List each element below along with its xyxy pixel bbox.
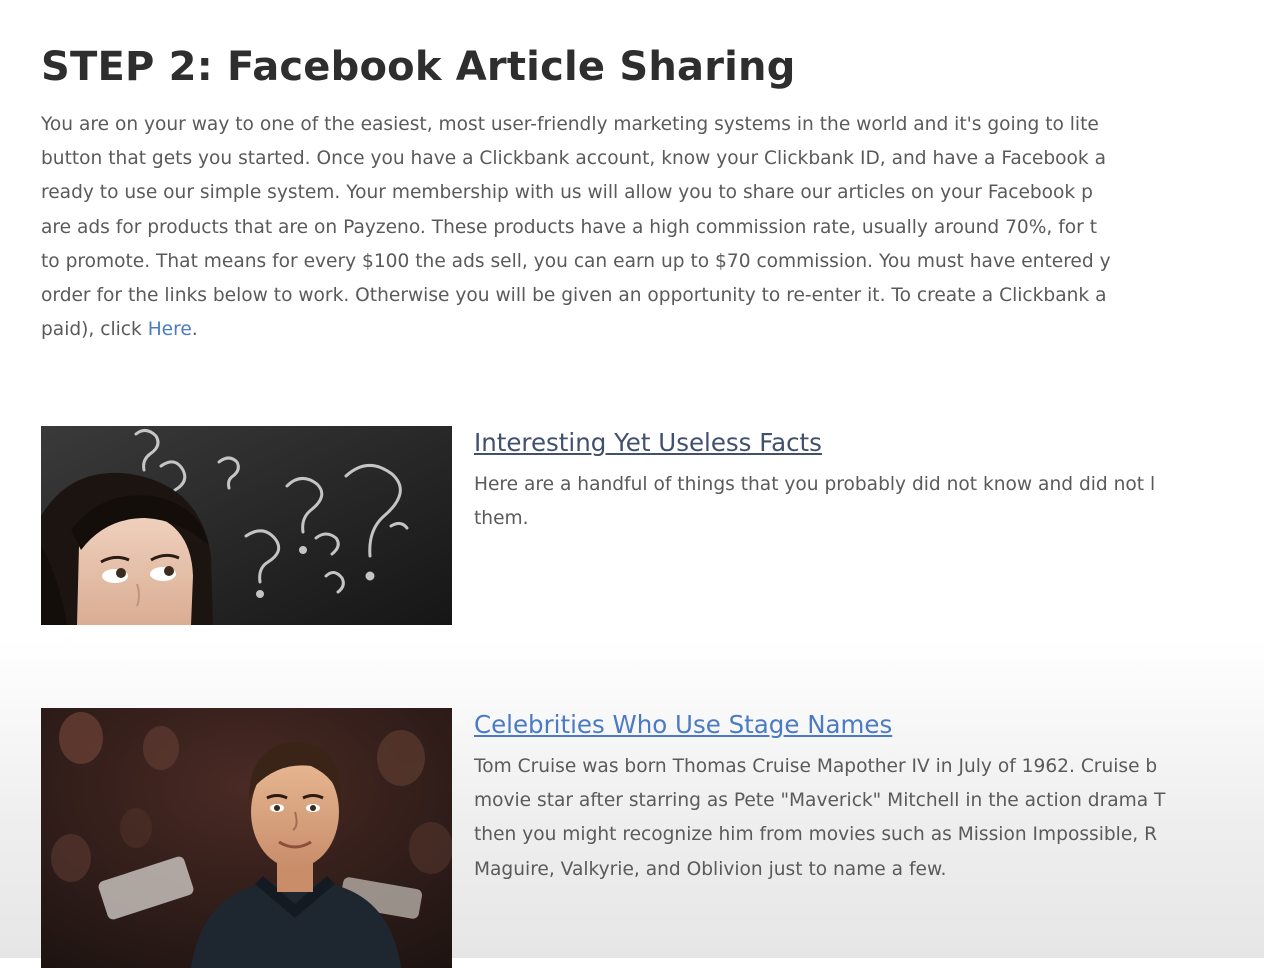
intro-line: are ads for products that are on Payzeno… [41, 216, 1098, 238]
article-thumbnail-celebrity[interactable] [41, 708, 452, 968]
excerpt-line: Maguire, Valkyrie, and Oblivion just to … [474, 858, 947, 880]
article-excerpt: Here are a handful of things that you pr… [474, 468, 1264, 536]
intro-paragraph: You are on your way to one of the easies… [41, 108, 1264, 347]
page-title: STEP 2: Facebook Article Sharing [41, 44, 796, 90]
excerpt-line: them. [474, 508, 529, 530]
intro-line: You are on your way to one of the easies… [41, 114, 1099, 135]
article-title-link[interactable]: Interesting Yet Useless Facts [474, 426, 1264, 460]
excerpt-line: Here are a handful of things that you pr… [474, 474, 1156, 495]
excerpt-line: Tom Cruise was born Thomas Cruise Mapoth… [474, 756, 1158, 777]
article-text: Interesting Yet Useless Facts Here are a… [474, 426, 1264, 536]
excerpt-line: then you might recognize him from movies… [474, 824, 1158, 846]
article-title-link[interactable]: Celebrities Who Use Stage Names [474, 708, 1264, 742]
intro-line: to promote. That means for every $100 th… [41, 250, 1111, 272]
article-excerpt: Tom Cruise was born Thomas Cruise Mapoth… [474, 750, 1264, 887]
intro-line-last: paid), click Here. [41, 313, 1264, 347]
intro-line: ready to use our simple system. Your mem… [41, 182, 1093, 204]
article-text: Celebrities Who Use Stage Names Tom Crui… [474, 708, 1264, 887]
intro-line: button that gets you started. Once you h… [41, 148, 1106, 170]
excerpt-line: movie star after starring as Pete "Maver… [474, 790, 1166, 812]
intro-line: order for the links below to work. Other… [41, 284, 1107, 306]
intro-last-prefix: paid), click [41, 319, 148, 341]
intro-last-suffix: . [191, 319, 198, 341]
clickbank-here-link[interactable]: Here [148, 319, 192, 340]
article-thumbnail-question-marks[interactable] [41, 426, 452, 625]
main-content: STEP 2: Facebook Article Sharing You are… [41, 0, 1264, 968]
